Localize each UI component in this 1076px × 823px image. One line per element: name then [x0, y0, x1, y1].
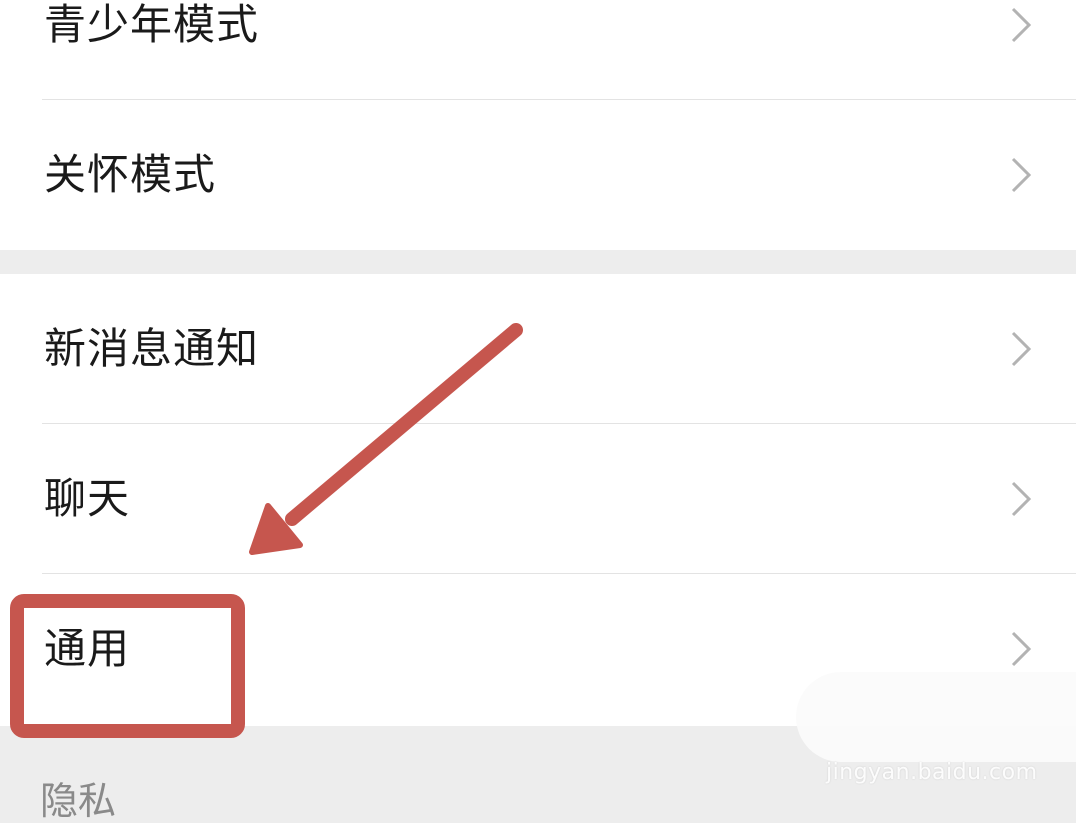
- section-header-privacy: 隐私: [40, 779, 117, 823]
- settings-group-general: 新消息通知 聊天 通用: [0, 274, 1076, 726]
- setting-label-youth-mode: 青少年模式: [44, 0, 260, 49]
- chevron-right-icon: [1011, 157, 1032, 193]
- chevron-right-icon: [1011, 331, 1032, 367]
- setting-row-chat[interactable]: 聊天: [0, 424, 1076, 574]
- setting-row-youth-mode[interactable]: 青少年模式: [0, 0, 1076, 100]
- chevron-right-icon: [1011, 7, 1032, 43]
- setting-label-care-mode: 关怀模式: [44, 150, 217, 199]
- setting-label-general: 通用: [44, 624, 131, 673]
- watermark-text: jingyan.baidu.com: [826, 760, 1038, 785]
- setting-label-new-message-notification: 新消息通知: [44, 324, 260, 373]
- setting-row-new-message-notification[interactable]: 新消息通知: [0, 274, 1076, 424]
- chevron-right-icon: [1011, 631, 1032, 667]
- setting-row-care-mode[interactable]: 关怀模式: [0, 100, 1076, 250]
- chevron-right-icon: [1011, 481, 1032, 517]
- setting-label-chat: 聊天: [44, 474, 131, 523]
- watermark-smudge: [796, 672, 1076, 762]
- settings-group-modes: 青少年模式 关怀模式: [0, 0, 1076, 250]
